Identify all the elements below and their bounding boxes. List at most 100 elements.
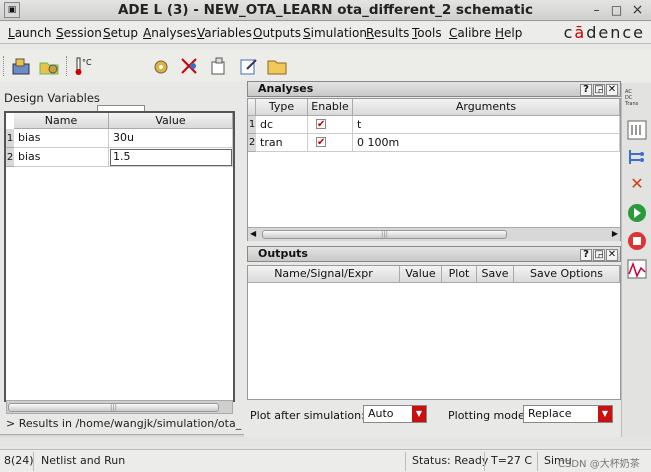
analyses-title: Analyses	[258, 82, 314, 95]
edit-icon[interactable]	[238, 55, 260, 77]
cadence-logo: cādence	[563, 23, 645, 42]
copy-icon[interactable]	[208, 55, 230, 77]
menu-launch[interactable]: Launch	[8, 26, 51, 40]
right-toolbar: AC DC Trans ✕	[621, 83, 651, 447]
column-header-save-options[interactable]: Save Options	[514, 266, 620, 283]
divider	[484, 452, 485, 471]
watermark: CSDN @大杯奶茶	[558, 459, 640, 470]
variable-name-cell[interactable]: bias	[14, 129, 109, 148]
column-header-name[interactable]: Name	[14, 113, 109, 129]
scroll-thumb[interactable]: |||	[8, 403, 219, 412]
toolbar-grip[interactable]	[3, 56, 6, 76]
arguments-cell[interactable]: 0 100m	[353, 134, 620, 152]
plot-after-simulation-select[interactable]: Auto ▼	[363, 405, 427, 423]
close-icon[interactable]: ×	[630, 3, 645, 18]
divider	[33, 452, 34, 471]
temperature-icon: °C	[72, 55, 94, 77]
column-header-enable[interactable]: Enable	[308, 99, 353, 116]
variable-value-cell[interactable]: 1.5	[109, 148, 233, 167]
toolbar: °C 27	[0, 50, 651, 127]
menu-results[interactable]: Results	[366, 26, 409, 40]
analyses-panel-buttons: ? ◲ ✕	[579, 83, 618, 97]
setup-icon[interactable]	[150, 55, 172, 77]
column-header-name-signal-expr[interactable]: Name/Signal/Expr	[248, 266, 400, 283]
menu-variables[interactable]: Variables	[197, 26, 252, 40]
scroll-thumb[interactable]: |||	[262, 230, 507, 239]
outputs-title: Outputs	[258, 247, 308, 260]
menu-analyses[interactable]: Analyses	[143, 26, 197, 40]
status-message: Netlist and Run	[41, 454, 126, 467]
column-header-plot[interactable]: Plot	[442, 266, 477, 283]
status-count: 8(24)	[4, 454, 34, 467]
chevron-down-icon: ▼	[598, 406, 612, 422]
help-icon[interactable]: ?	[580, 249, 592, 261]
scroll-left-icon[interactable]: ◀	[250, 229, 256, 238]
corner-header	[248, 99, 256, 116]
window-title: ADE L (3) - NEW_OTA_LEARN ota_different_…	[117, 2, 534, 18]
column-header-value[interactable]: Value	[109, 113, 233, 129]
row-index: 1	[6, 129, 14, 148]
delete-icon[interactable]: ✕	[626, 173, 648, 195]
minimize-icon[interactable]: –	[589, 3, 604, 18]
menu-tools[interactable]: Tools	[412, 26, 442, 40]
divider	[405, 452, 406, 471]
close-icon[interactable]: ✕	[606, 84, 618, 96]
menu-setup[interactable]: Setup	[103, 26, 138, 40]
variable-value-cell[interactable]: 30u	[109, 129, 233, 148]
analysis-type-cell[interactable]: dc	[256, 116, 308, 134]
plotting-mode-select[interactable]: Replace ▼	[523, 405, 613, 423]
column-header-type[interactable]: Type	[256, 99, 308, 116]
row-index: 2	[6, 148, 14, 167]
help-icon[interactable]: ?	[580, 84, 592, 96]
title-bar: ▣ ADE L (3) - NEW_OTA_LEARN ota_differen…	[0, 0, 651, 21]
edit-variables-icon[interactable]	[178, 55, 200, 77]
netlist-icon[interactable]	[626, 146, 648, 168]
menu-calibre[interactable]: Calibre	[449, 26, 491, 40]
outputs-panel-buttons: ? ◲ ✕	[579, 248, 618, 262]
plotting-mode-label: Plotting mode:	[448, 409, 529, 422]
plot-after-simulation-label: Plot after simulation:	[250, 409, 365, 422]
status-state: Status: Ready	[412, 454, 489, 467]
enable-cell: ✔	[308, 134, 353, 152]
menu-session[interactable]: Session	[56, 26, 102, 40]
toolbar-separator	[66, 56, 69, 76]
splitter	[0, 437, 651, 447]
row-index: 2	[248, 134, 256, 152]
results-path: > Results in /home/wangjk/simulation/ota…	[6, 417, 242, 430]
menu-bar: Launch Session Setup Analyses Variables …	[0, 22, 651, 44]
status-temperature: T=27 C	[491, 454, 533, 467]
analysis-type-cell[interactable]: tran	[256, 134, 308, 152]
menu-simulation[interactable]: Simulation	[303, 26, 367, 40]
analyses-header: Analyses ? ◲ ✕	[247, 81, 621, 97]
column-header-arguments[interactable]: Arguments	[353, 99, 620, 116]
float-icon[interactable]: ◲	[593, 84, 605, 96]
close-icon[interactable]: ✕	[606, 249, 618, 261]
analysis-type-radios[interactable]: AC DC Trans	[625, 89, 638, 107]
divider	[537, 452, 538, 471]
column-header-value[interactable]: Value	[400, 266, 442, 283]
scroll-right-icon[interactable]: ▶	[612, 229, 618, 238]
load-state-icon[interactable]	[10, 55, 32, 77]
column-header-save[interactable]: Save	[477, 266, 514, 283]
open-folder-icon[interactable]	[266, 55, 288, 77]
enable-checkbox[interactable]: ✔	[316, 119, 326, 130]
float-icon[interactable]: ◲	[593, 249, 605, 261]
menu-help[interactable]: Help	[495, 26, 522, 40]
analyses-table: Type Enable Arguments 1 dc ✔ t 2 tran ✔ …	[247, 98, 621, 241]
svg-text:°C: °C	[82, 58, 92, 67]
save-state-icon[interactable]	[38, 55, 60, 77]
variable-name-cell[interactable]: bias	[14, 148, 109, 167]
design-variables-hscroll[interactable]: |||	[6, 400, 233, 414]
arguments-cell[interactable]: t	[353, 116, 620, 134]
choose-analyses-icon[interactable]	[626, 119, 648, 141]
enable-cell: ✔	[308, 116, 353, 134]
enable-checkbox[interactable]: ✔	[316, 137, 326, 148]
plot-outputs-icon[interactable]	[626, 258, 648, 280]
maximize-icon[interactable]: □	[609, 3, 624, 18]
menu-outputs[interactable]: Outputs	[253, 26, 301, 40]
row-index: 1	[248, 116, 256, 134]
run-icon[interactable]	[626, 202, 648, 224]
analyses-hscroll[interactable]: ◀ ||| ▶	[248, 227, 620, 241]
status-bar: 8(24) Netlist and Run Status: Ready T=27…	[0, 449, 651, 472]
stop-icon[interactable]	[626, 230, 648, 252]
